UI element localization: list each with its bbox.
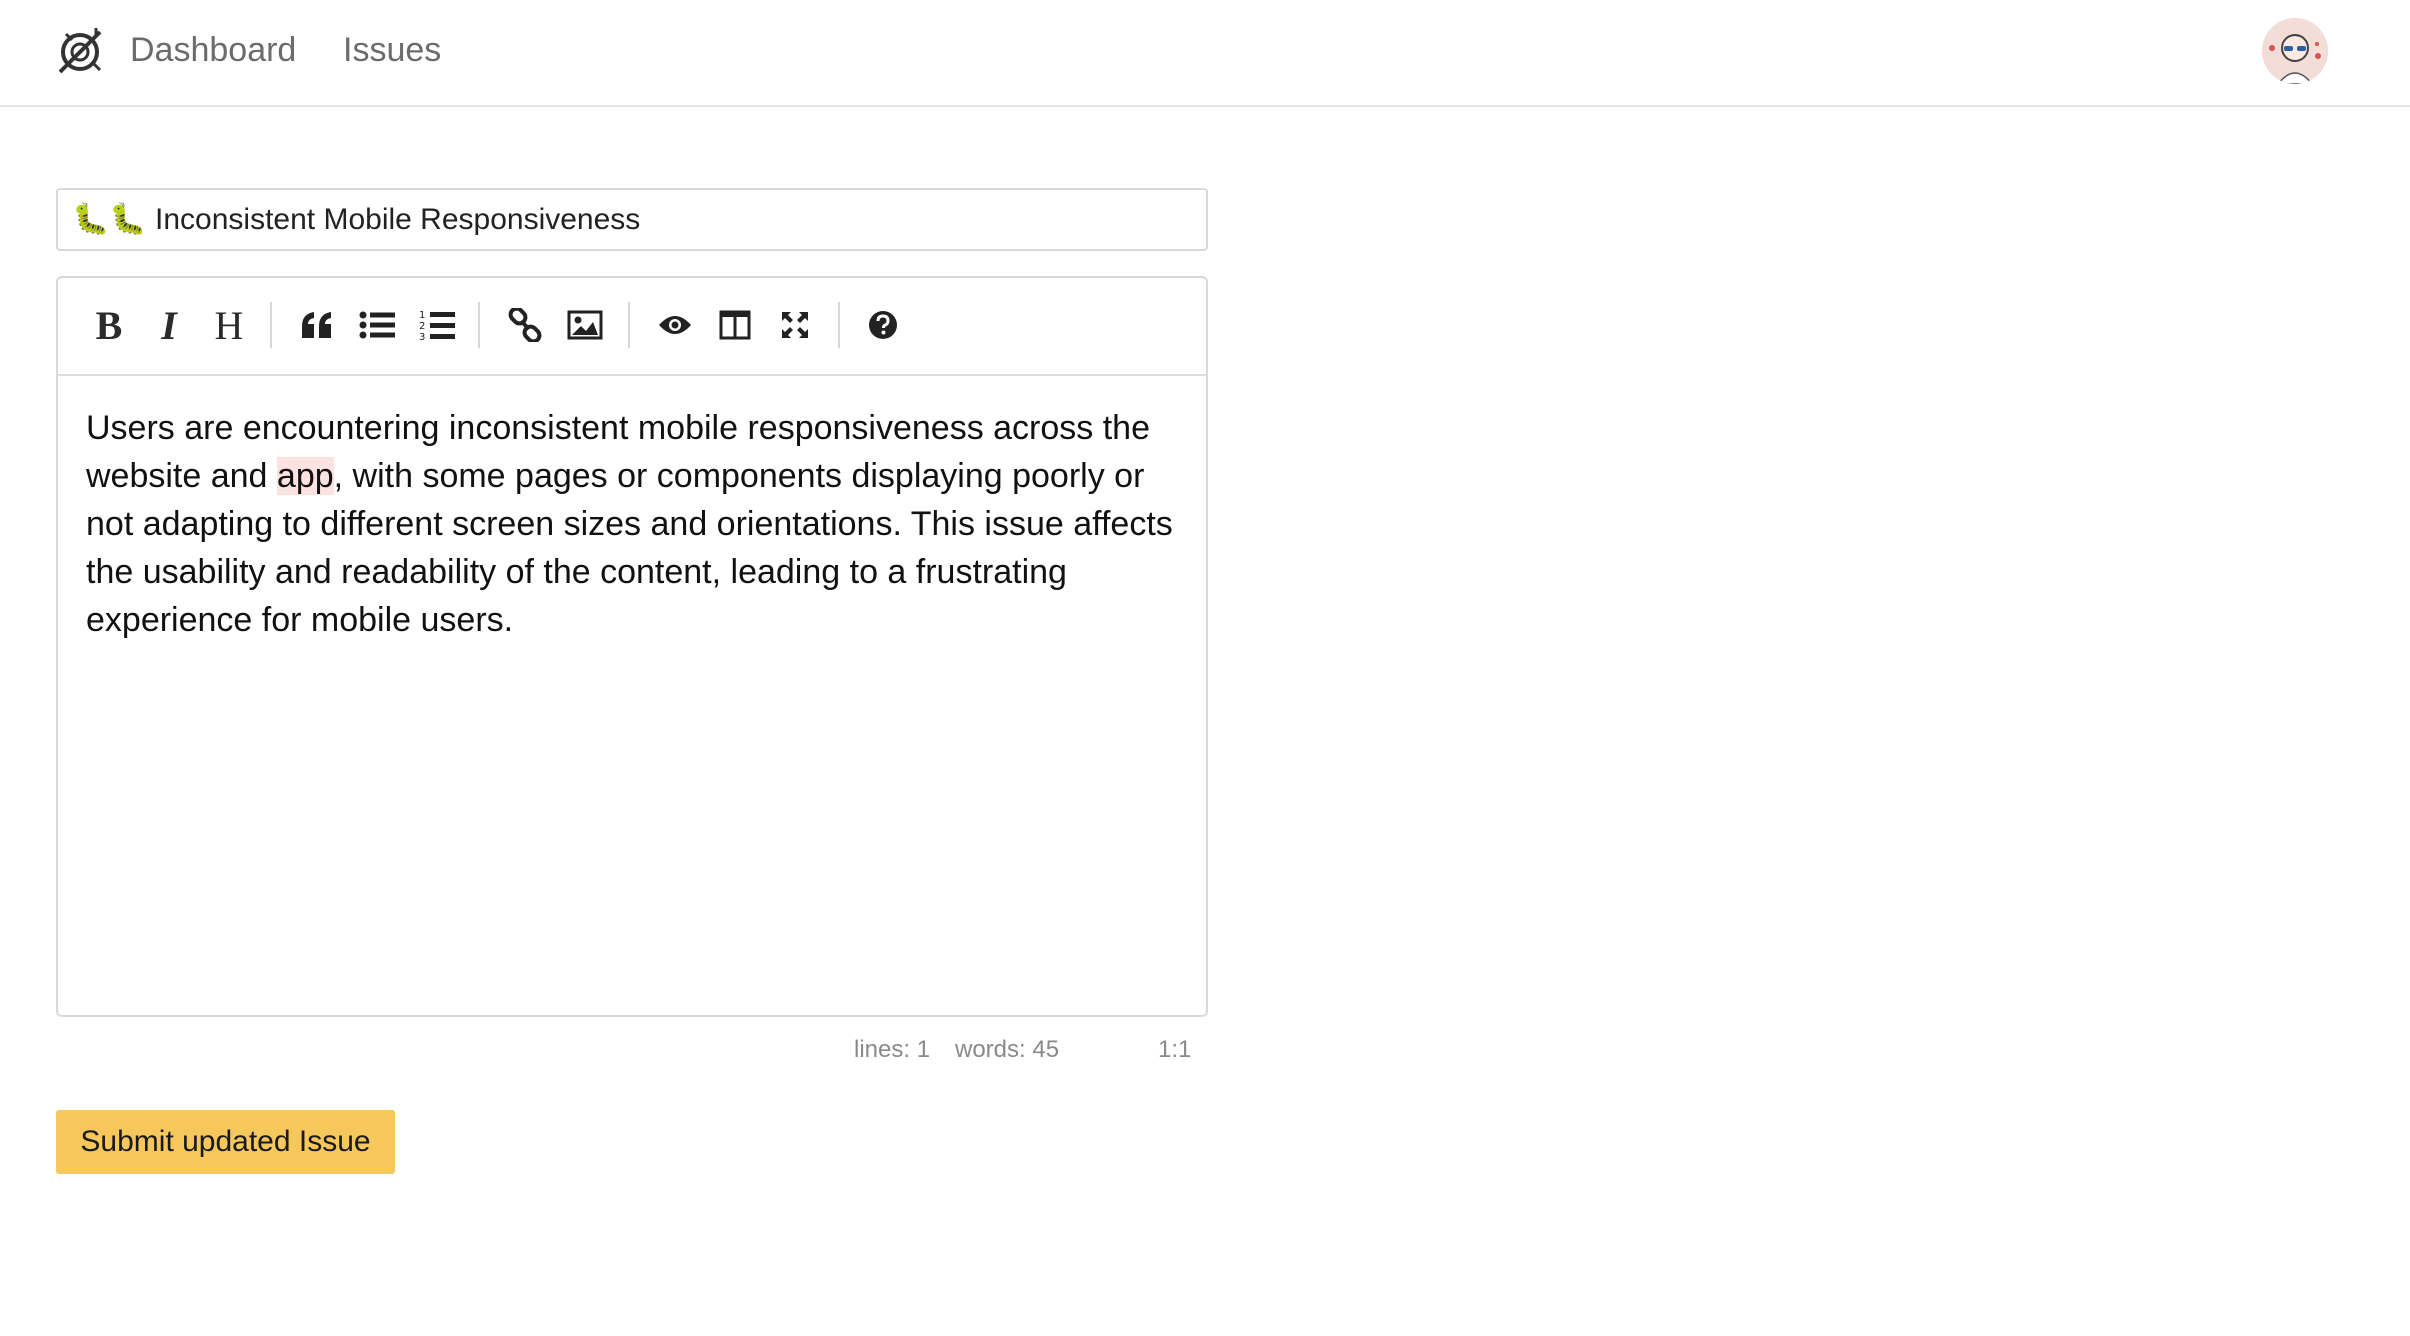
italic-icon: I xyxy=(161,302,177,348)
status-lines: lines: 1 xyxy=(854,1036,931,1063)
preview-icon xyxy=(659,316,691,334)
top-navbar: Dashboard Issues xyxy=(0,0,2410,107)
svg-text:2: 2 xyxy=(419,321,425,332)
help-button[interactable] xyxy=(860,302,906,348)
submit-updated-issue-button[interactable]: Submit updated Issue xyxy=(56,1110,395,1174)
italic-button[interactable]: I xyxy=(146,302,192,348)
toolbar-divider xyxy=(628,302,630,348)
user-avatar[interactable] xyxy=(2262,18,2328,84)
side-by-side-icon xyxy=(719,310,751,340)
image-button[interactable] xyxy=(562,302,608,348)
side-by-side-button[interactable] xyxy=(712,302,758,348)
unordered-list-button[interactable] xyxy=(354,302,400,348)
fullscreen-button[interactable] xyxy=(772,302,818,348)
toolbar-divider xyxy=(270,302,272,348)
quote-button[interactable] xyxy=(294,302,340,348)
preview-button[interactable] xyxy=(652,302,698,348)
svg-text:3: 3 xyxy=(419,332,425,342)
toolbar-divider xyxy=(838,302,840,348)
ordered-list-button[interactable]: 1 2 3 xyxy=(414,302,460,348)
heading-button[interactable]: H xyxy=(206,302,252,348)
link-icon xyxy=(508,308,542,342)
editor-textarea[interactable]: Users are encountering inconsistent mobi… xyxy=(86,404,1186,644)
unordered-list-icon xyxy=(359,311,395,339)
markdown-editor: B I H 1 2 3 Users are encountering incon… xyxy=(56,276,1208,1017)
fullscreen-icon xyxy=(782,312,808,338)
quote-icon xyxy=(302,312,331,338)
status-cursor: 1:1 xyxy=(1158,1036,1192,1063)
status-words: words: 45 xyxy=(955,1036,1060,1063)
help-icon xyxy=(869,311,897,339)
issue-title-input[interactable] xyxy=(56,188,1208,251)
link-button[interactable] xyxy=(502,302,548,348)
nav-dashboard-link[interactable]: Dashboard xyxy=(130,28,296,72)
logo-icon[interactable] xyxy=(54,24,108,78)
image-icon xyxy=(567,310,603,340)
bold-button[interactable]: B xyxy=(86,302,132,348)
svg-text:1: 1 xyxy=(419,310,425,321)
bold-icon: B xyxy=(95,302,123,348)
spellcheck-highlight: app xyxy=(276,457,334,495)
toolbar-divider xyxy=(478,302,480,348)
ordered-list-icon: 1 2 3 xyxy=(419,310,455,342)
editor-toolbar: B I H 1 2 3 xyxy=(58,278,1206,376)
nav-issues-link[interactable]: Issues xyxy=(343,28,441,72)
heading-icon: H xyxy=(214,302,244,348)
